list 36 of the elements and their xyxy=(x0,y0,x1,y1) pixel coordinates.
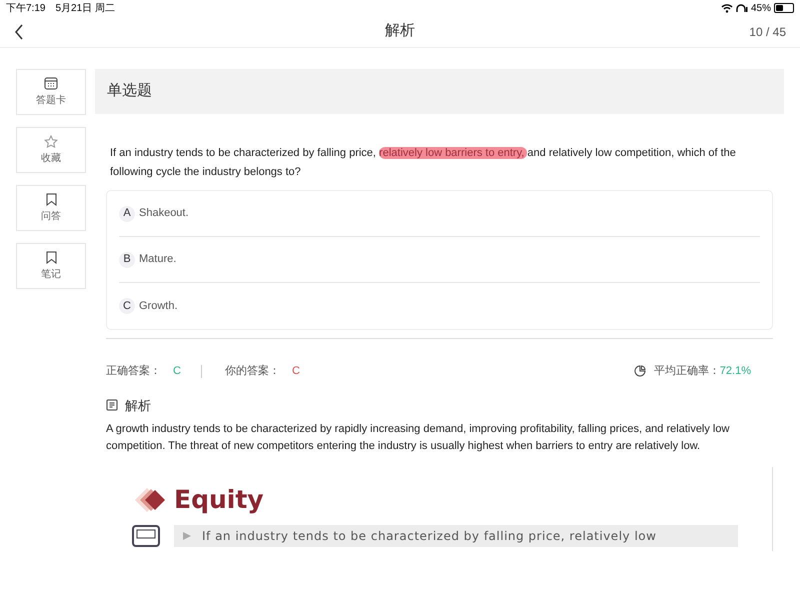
monitor-icon xyxy=(132,524,160,546)
back-icon xyxy=(14,24,24,40)
option-item[interactable]: B Mature. xyxy=(119,237,760,283)
option-item[interactable]: C Growth. xyxy=(119,283,760,329)
pie-chart-icon xyxy=(634,365,646,378)
average-accuracy-value: 72.1% xyxy=(720,364,751,379)
wifi-icon xyxy=(720,4,733,12)
bookmark-icon xyxy=(46,250,56,264)
question-type-header: 单选题 xyxy=(95,69,784,114)
correct-answer-label: 正确答案： xyxy=(106,364,161,379)
status-time: 下午7:19 xyxy=(6,2,46,16)
side-button[interactable]: 问答 xyxy=(16,185,86,231)
analysis-text: A growth industry tends to be characterized by rapidly increasing demand, improving profitability, falling prices, and relatively low competition. The threat of new competitors entering the industry is usually highest when barriers to entry are relatively low. xyxy=(106,422,730,454)
question-text: If an industry tends to be characterized by falling price, relatively low barriers to entry, and relatively low competition, which of the following cycle the industry belongs to? xyxy=(110,146,737,180)
document-icon xyxy=(106,399,118,412)
question-counter: 10 / 45 xyxy=(749,24,786,40)
correct-answer-value: C xyxy=(173,364,181,379)
headphones-icon xyxy=(736,4,748,12)
quote-text: If an industry tends to be characterized by falling price, relatively low xyxy=(202,528,656,544)
page-title: 解析 xyxy=(385,21,415,42)
your-answer-value: C xyxy=(292,364,300,379)
calendar-grid-icon xyxy=(44,76,58,90)
equity-heading: Equity xyxy=(174,484,264,516)
battery-percent: 45% xyxy=(750,2,771,16)
analysis-title: 解析 xyxy=(125,396,151,414)
your-answer-label: 你的答案： xyxy=(224,364,280,379)
battery-icon xyxy=(774,3,794,13)
average-accuracy-label: 平均正确率： xyxy=(654,364,720,379)
side-button[interactable]: 笔记 xyxy=(16,243,86,289)
side-button[interactable]: 收藏 xyxy=(16,127,86,173)
option-item[interactable]: A Shakeout. xyxy=(119,191,760,237)
star-icon xyxy=(44,134,58,148)
pointer-icon xyxy=(182,530,192,540)
status-date: 5月21日 周二 xyxy=(55,2,115,16)
side-button[interactable]: 答题卡 xyxy=(16,69,86,115)
bookmark-icon xyxy=(46,192,56,206)
